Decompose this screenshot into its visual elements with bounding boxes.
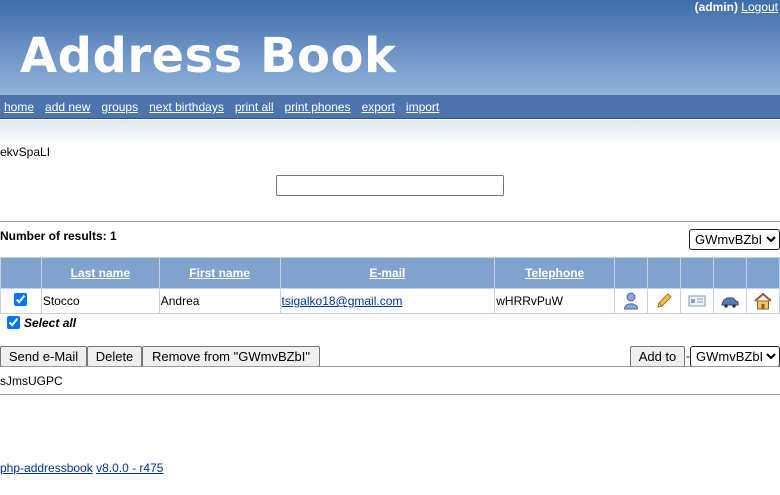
search-input[interactable] [276, 175, 504, 196]
sort-first-name-link[interactable]: First name [189, 266, 250, 280]
header-email: E-mail [279, 257, 496, 289]
vcard-icon[interactable] [688, 294, 706, 308]
app-logo: Address Book [20, 28, 397, 84]
row-select-cell [0, 288, 42, 314]
header-first-name: First name [158, 257, 281, 289]
app-home-link[interactable]: php-addressbook [0, 461, 93, 475]
add-to-group-select[interactable]: GWmvBZbI [690, 346, 780, 367]
header-select [0, 257, 42, 289]
header-telephone: Telephone [494, 257, 616, 289]
header-banner: (admin) Logout Address Book [0, 0, 780, 95]
group-name-label: ekvSpaLI [0, 145, 51, 159]
map-home-cell [745, 288, 780, 314]
logout-link[interactable]: Logout [741, 0, 778, 14]
nav-print-all[interactable]: print all [235, 100, 274, 114]
sort-email-link[interactable]: E-mail [369, 266, 405, 280]
nav-groups[interactable]: groups [101, 100, 138, 114]
send-email-button[interactable]: Send e-Mail [0, 346, 87, 367]
header-icon-col [745, 257, 780, 289]
results-label: Number of results: [0, 229, 107, 243]
home-icon[interactable] [754, 292, 772, 310]
divider [0, 394, 780, 395]
nav-print-phones[interactable]: print phones [285, 100, 351, 114]
select-all: Select all [7, 316, 76, 330]
select-all-label: Select all [24, 316, 77, 330]
edit-cell [647, 288, 682, 314]
nav-add-new[interactable]: add new [45, 100, 90, 114]
divider [0, 221, 780, 222]
results-count: Number of results: 1 [0, 229, 117, 243]
nav-home[interactable]: home [4, 100, 34, 114]
select-all-checkbox[interactable] [7, 316, 20, 329]
header-last-name: Last name [40, 257, 160, 289]
results-number: 1 [110, 229, 117, 243]
sort-last-name-link[interactable]: Last name [71, 266, 130, 280]
contacts-table: Last name First name E-mail Telephone St… [0, 257, 780, 314]
group-filter-select[interactable]: GWmvBZbI [689, 229, 780, 250]
current-user: (admin) [694, 0, 738, 14]
table-row: Stocco Andrea tsigalko18@gmail.com wHRRv… [0, 288, 780, 314]
sort-telephone-link[interactable]: Telephone [525, 266, 584, 280]
cell-email: tsigalko18@gmail.com [279, 288, 496, 314]
user-bar: (admin) Logout [695, 0, 778, 14]
vcard-cell [680, 288, 714, 314]
pencil-edit-icon[interactable] [655, 292, 673, 310]
cell-telephone: wHRRvPuW [494, 288, 616, 314]
version-link[interactable]: v8.0.0 - r475 [96, 461, 163, 475]
header-icon-col [680, 257, 714, 289]
header-icon-col [647, 257, 682, 289]
footer-group-name: sJmsUGPC [0, 374, 63, 388]
map-work-cell [713, 288, 747, 314]
nav-import[interactable]: import [406, 100, 439, 114]
nav-next-birthdays[interactable]: next birthdays [149, 100, 224, 114]
divider [0, 366, 780, 367]
delete-button[interactable]: Delete [87, 346, 142, 367]
footer: php-addressbook v8.0.0 - r475 [0, 461, 163, 475]
add-to-group-button[interactable]: Add to [630, 346, 685, 367]
nav-shadow [0, 120, 780, 146]
header-icon-col [614, 257, 649, 289]
main-nav: home add new groups next birthdays print all… [0, 95, 780, 119]
email-link[interactable]: tsigalko18@gmail.com [282, 294, 403, 308]
header-icon-col [713, 257, 747, 289]
details-cell [614, 288, 649, 314]
table-header-row: Last name First name E-mail Telephone [0, 257, 780, 289]
nav-export[interactable]: export [362, 100, 395, 114]
person-icon[interactable] [623, 292, 639, 310]
cell-last-name: Stocco [40, 288, 160, 314]
car-icon[interactable] [721, 296, 739, 308]
row-checkbox[interactable] [14, 293, 28, 306]
remove-from-group-button[interactable]: Remove from "GWmvBZbI" [142, 346, 320, 367]
cell-first-name: Andrea [158, 288, 281, 314]
